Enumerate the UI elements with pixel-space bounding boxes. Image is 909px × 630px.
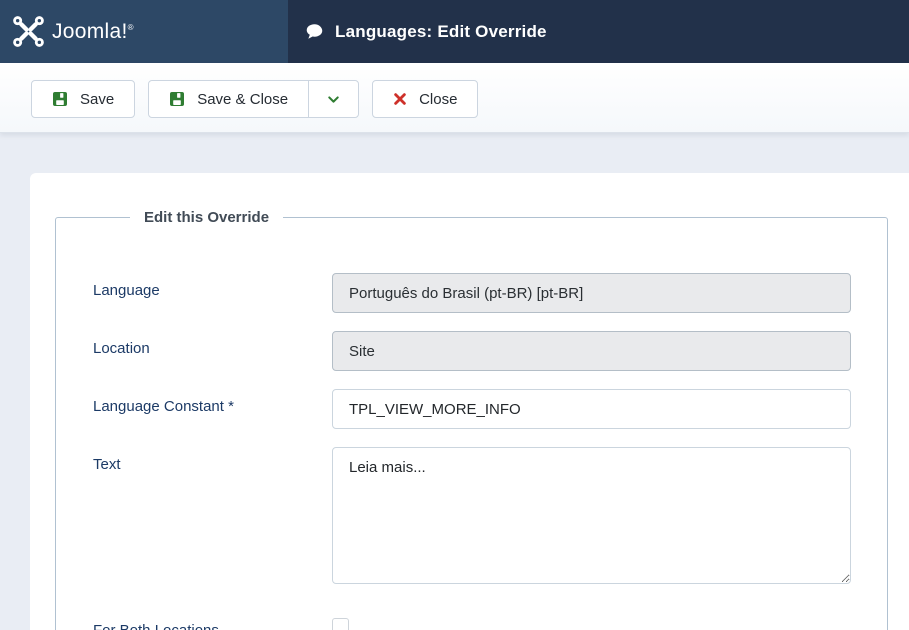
edit-override-fieldset: Edit this Override Language Location Lan… xyxy=(55,209,888,630)
language-control xyxy=(332,273,851,313)
save-button-label: Save xyxy=(80,90,115,108)
location-field xyxy=(332,331,851,371)
joomla-logo: Joomla!® xyxy=(0,0,288,63)
for-both-locations-control xyxy=(332,613,349,630)
fieldset-legend: Edit this Override xyxy=(144,209,270,226)
close-button-label: Close xyxy=(419,90,458,108)
save-and-close-button-label: Save & Close xyxy=(197,90,289,108)
save-close-button-group: Save & Close xyxy=(148,80,360,118)
text-row: Text Leia mais... xyxy=(93,447,887,589)
close-button[interactable]: Close xyxy=(372,80,479,118)
language-constant-row: Language Constant * xyxy=(93,389,887,429)
save-and-close-button[interactable]: Save & Close xyxy=(149,81,309,117)
save-button[interactable]: Save xyxy=(31,80,136,118)
location-control xyxy=(332,331,851,371)
for-both-locations-checkbox[interactable] xyxy=(332,618,349,630)
close-icon xyxy=(393,92,407,106)
for-both-locations-label: For Both Locations xyxy=(93,613,332,630)
admin-header: Joomla!® Languages: Edit Override xyxy=(0,0,909,63)
language-constant-control xyxy=(332,389,851,429)
language-constant-field[interactable] xyxy=(332,389,851,429)
chevron-down-icon xyxy=(326,92,341,107)
text-control: Leia mais... xyxy=(332,447,851,589)
page-title-bar: Languages: Edit Override xyxy=(288,0,909,63)
app-window: Joomla!® Languages: Edit Override Save S… xyxy=(0,0,909,630)
save-options-dropdown-button[interactable] xyxy=(308,81,359,117)
location-label: Location xyxy=(93,340,150,357)
for-both-locations-row: For Both Locations xyxy=(93,613,887,630)
save-icon xyxy=(169,91,185,107)
registered-mark: ® xyxy=(127,22,134,32)
language-field xyxy=(332,273,851,313)
text-label: Text xyxy=(93,456,121,473)
language-row: Language xyxy=(93,273,887,313)
save-icon xyxy=(52,91,68,107)
language-constant-label: Language Constant * xyxy=(93,398,234,415)
toolbar: Save Save & Close Close xyxy=(0,63,909,133)
page-background: Edit this Override Language Location Lan… xyxy=(0,133,909,630)
language-label: Language xyxy=(93,282,160,299)
joomla-logo-text: Joomla!® xyxy=(52,19,134,43)
text-field[interactable]: Leia mais... xyxy=(332,447,851,584)
comment-icon xyxy=(306,23,323,40)
edit-override-card: Edit this Override Language Location Lan… xyxy=(30,173,909,630)
location-row: Location xyxy=(93,331,887,371)
joomla-logo-icon xyxy=(13,16,44,47)
page-title: Languages: Edit Override xyxy=(335,21,547,41)
